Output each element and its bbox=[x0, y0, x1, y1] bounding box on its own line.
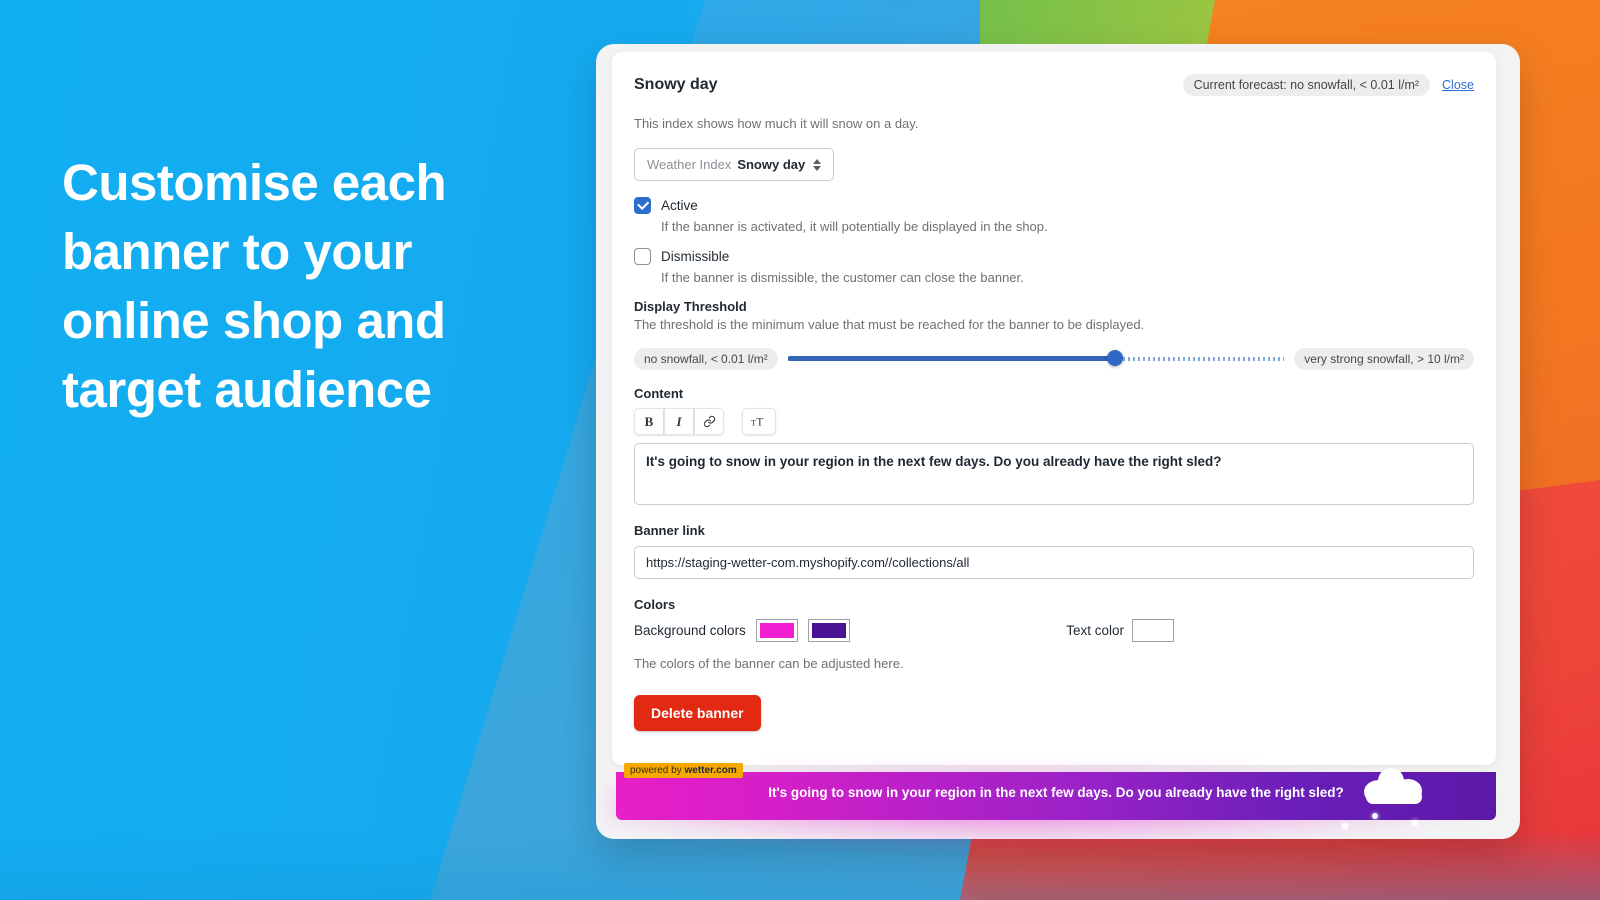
dismissible-checkbox[interactable] bbox=[634, 248, 651, 265]
text-color-group: Text color bbox=[1066, 619, 1174, 642]
threshold-slider[interactable] bbox=[787, 350, 1285, 368]
text-color-fill bbox=[1136, 623, 1170, 638]
threshold-max-label: very strong snowfall, > 10 l/m² bbox=[1294, 348, 1474, 370]
background-color-2-fill bbox=[811, 623, 846, 638]
text-color-swatch[interactable] bbox=[1132, 619, 1174, 642]
richtext-format-group: B I bbox=[634, 408, 724, 435]
content-section: Content B I T T It's going to snow in yo… bbox=[634, 386, 1474, 505]
active-checkbox-label: Active bbox=[661, 198, 698, 213]
display-threshold-subtitle: The threshold is the minimum value that … bbox=[634, 317, 1145, 332]
cloud-icon bbox=[1364, 768, 1424, 804]
active-checkbox-help: If the banner is activated, it will pote… bbox=[661, 219, 1048, 234]
content-editor[interactable]: It's going to snow in your region in the… bbox=[634, 443, 1474, 505]
chevron-updown-icon bbox=[813, 158, 822, 171]
background-color-2-swatch[interactable] bbox=[807, 619, 850, 642]
svg-text:T: T bbox=[751, 418, 756, 427]
banner-preview: powered by wetter.com It's going to snow… bbox=[616, 763, 1496, 829]
page-title: Snowy day bbox=[634, 76, 718, 93]
svg-text:T: T bbox=[756, 416, 763, 428]
banner-settings-card: Snowy day Current forecast: no snowfall,… bbox=[612, 52, 1496, 765]
snow-dot-icon bbox=[1412, 820, 1418, 826]
powered-by-prefix: powered by bbox=[630, 765, 685, 776]
threshold-slider-thumb[interactable] bbox=[1107, 350, 1124, 366]
bold-button[interactable]: B bbox=[634, 408, 664, 435]
background-colors-group: Background colors bbox=[634, 619, 850, 642]
colors-help: The colors of the banner can be adjusted… bbox=[634, 656, 904, 671]
display-threshold-section: Display Threshold The threshold is the m… bbox=[634, 299, 1474, 370]
snow-dot-icon bbox=[1372, 813, 1378, 819]
banner-link-input[interactable]: https://staging-wetter-com.myshopify.com… bbox=[634, 546, 1474, 579]
text-color-label: Text color bbox=[1066, 623, 1124, 638]
banner-link-title: Banner link bbox=[634, 523, 705, 538]
card-header: Snowy day Current forecast: no snowfall,… bbox=[634, 72, 1474, 98]
delete-banner-button[interactable]: Delete banner bbox=[634, 695, 761, 731]
weather-index-select-label: Weather Index bbox=[647, 157, 732, 172]
current-forecast-badge: Current forecast: no snowfall, < 0.01 l/… bbox=[1182, 74, 1431, 96]
weather-index-select[interactable]: Weather Index Snowy day bbox=[634, 148, 835, 181]
dismissible-checkbox-help: If the banner is dismissible, the custom… bbox=[661, 270, 1024, 285]
index-description: This index shows how much it will snow o… bbox=[634, 116, 919, 131]
active-checkbox[interactable] bbox=[634, 197, 651, 214]
threshold-slider-fill bbox=[787, 356, 1116, 361]
threshold-min-label: no snowfall, < 0.01 l/m² bbox=[634, 348, 778, 370]
threshold-slider-row: no snowfall, < 0.01 l/m² very strong sno… bbox=[634, 348, 1474, 370]
powered-by-brand: wetter.com bbox=[684, 765, 737, 776]
richtext-size-group: T T bbox=[742, 408, 776, 435]
colors-section: Colors Background colors Text color The … bbox=[634, 597, 1474, 671]
dismissible-checkbox-row[interactable]: Dismissible bbox=[634, 248, 1474, 265]
banner-link-section: Banner link https://staging-wetter-com.m… bbox=[634, 523, 1474, 579]
display-threshold-title: Display Threshold bbox=[634, 299, 747, 314]
background-color-1-fill bbox=[759, 623, 794, 638]
dismissible-checkbox-label: Dismissible bbox=[661, 249, 730, 264]
card-header-actions: Current forecast: no snowfall, < 0.01 l/… bbox=[1182, 74, 1474, 96]
background-color-1-swatch[interactable] bbox=[755, 619, 798, 642]
checkbox-group: Active If the banner is activated, it wi… bbox=[634, 197, 1474, 285]
content-title: Content bbox=[634, 386, 684, 401]
active-checkbox-row[interactable]: Active bbox=[634, 197, 1474, 214]
colors-title: Colors bbox=[634, 597, 676, 612]
hero-headline: Customise each banner to your online sho… bbox=[62, 154, 447, 418]
richtext-toolbar: B I T T bbox=[634, 408, 1474, 435]
weather-index-select-value: Snowy day bbox=[737, 157, 806, 172]
close-link[interactable]: Close bbox=[1442, 78, 1474, 92]
link-icon-button[interactable] bbox=[694, 408, 724, 435]
colors-row: Background colors Text color bbox=[634, 619, 1474, 642]
italic-button[interactable]: I bbox=[664, 408, 694, 435]
background-colors-label: Background colors bbox=[634, 623, 746, 638]
powered-by-badge: powered by wetter.com bbox=[624, 763, 743, 778]
text-size-icon: T T bbox=[751, 416, 763, 428]
link-icon bbox=[703, 415, 715, 428]
text-size-button[interactable]: T T bbox=[742, 408, 776, 435]
screenshot-stage: Customise each banner to your online sho… bbox=[0, 0, 1600, 900]
snow-dot-icon bbox=[1342, 823, 1348, 829]
